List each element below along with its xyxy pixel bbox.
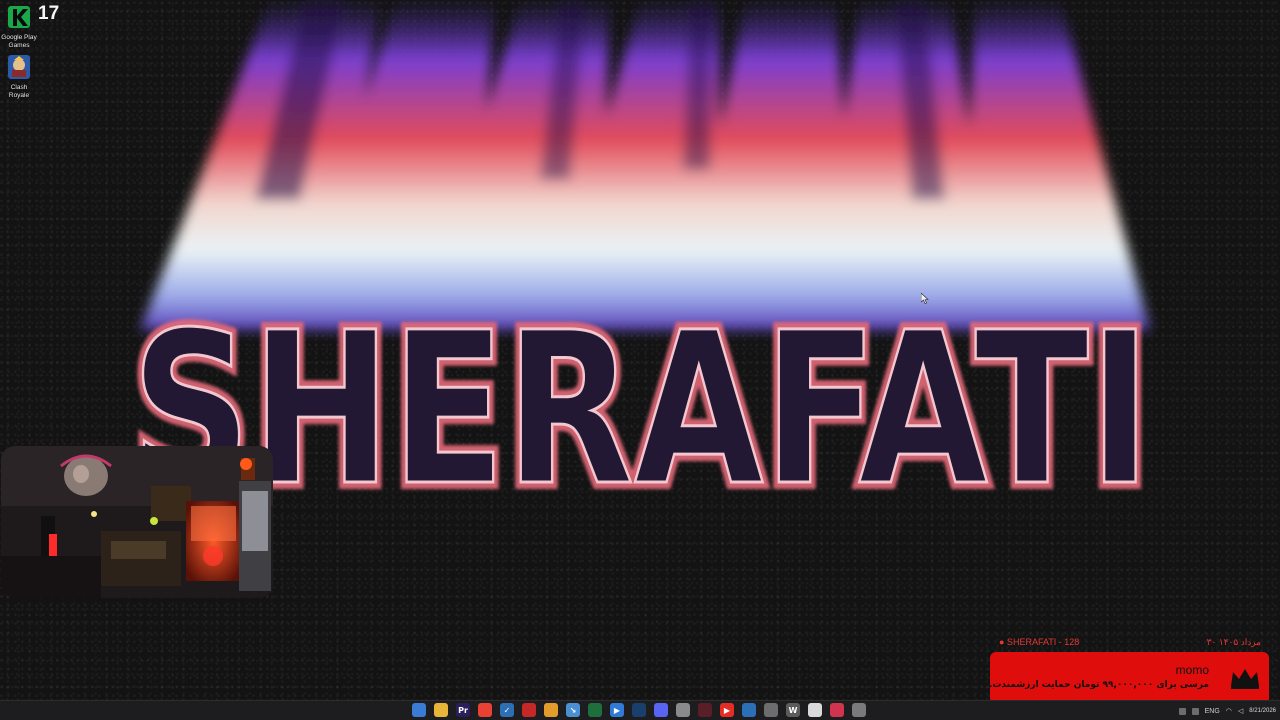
tray-app-icon[interactable] bbox=[1191, 707, 1199, 715]
start-button-icon[interactable] bbox=[412, 703, 426, 717]
steam-icon[interactable] bbox=[632, 703, 646, 717]
desktop: SHERAFATI SHERAFATI Google Play Games 17… bbox=[0, 0, 1280, 700]
file-explorer-icon[interactable] bbox=[434, 703, 448, 717]
vscode-icon[interactable] bbox=[742, 703, 756, 717]
premiere-pro-icon[interactable]: Pr bbox=[456, 703, 470, 717]
wallpaper-title: SHERAFATI bbox=[131, 287, 1151, 532]
donation-header: ● SHERAFATI - 128 ۳۰ مرداد ۱۴۰۵ bbox=[991, 634, 1269, 652]
app-green-terminal-icon[interactable] bbox=[588, 703, 602, 717]
mouse-cursor-icon bbox=[921, 293, 929, 304]
desktop-icon-clash-royale[interactable]: Clash Royale bbox=[0, 54, 38, 100]
taskbar: Pr ✓ ↘ ▶ ▶ W ENG ◠ ◁ 8/21/2026 bbox=[0, 700, 1280, 720]
tray-chevron-icon[interactable] bbox=[1178, 707, 1186, 715]
app-play-icon[interactable]: ▶ bbox=[610, 703, 624, 717]
wifi-icon[interactable]: ◠ bbox=[1226, 707, 1232, 715]
donor-name: momo bbox=[1175, 663, 1209, 677]
app-orange-icon[interactable] bbox=[544, 703, 558, 717]
app-arrow-icon[interactable]: ↘ bbox=[566, 703, 580, 717]
settings-icon[interactable] bbox=[852, 703, 866, 717]
desktop-icon-google-play-games[interactable]: Google Play Games bbox=[0, 4, 38, 50]
donation-channel-label: ● SHERAFATI - 128 bbox=[999, 637, 1080, 647]
crown-icon bbox=[1231, 669, 1259, 689]
donation-message: مرسی برای ۹۹,۰۰۰,۰۰۰ تومان حمایت ارزشمند… bbox=[990, 680, 1209, 690]
app-w-icon[interactable]: W bbox=[786, 703, 800, 717]
donation-date: ۳۰ مرداد ۱۴۰۵ bbox=[1206, 637, 1261, 647]
clash-royale-icon bbox=[8, 55, 30, 79]
discord-icon[interactable] bbox=[654, 703, 668, 717]
app-pink-circle-icon[interactable] bbox=[830, 703, 844, 717]
google-play-games-icon bbox=[8, 6, 30, 28]
app-gray-square-icon[interactable] bbox=[676, 703, 690, 717]
desktop-icon-label: Google Play Games bbox=[1, 34, 37, 49]
webcam-feed bbox=[1, 446, 273, 598]
clock[interactable]: 8/21/2026 bbox=[1249, 708, 1276, 715]
desktop-icon-label: Clash Royale bbox=[8, 84, 30, 99]
chrome-icon[interactable] bbox=[478, 703, 492, 717]
app-blue-check-icon[interactable]: ✓ bbox=[500, 703, 514, 717]
language-indicator[interactable]: ENG bbox=[1205, 708, 1220, 715]
taskbar-apps: Pr ✓ ↘ ▶ ▶ W bbox=[412, 703, 866, 719]
app-circle-icon[interactable] bbox=[764, 703, 778, 717]
volume-icon[interactable]: ◁ bbox=[1238, 707, 1243, 715]
webcam-overlay bbox=[1, 446, 273, 598]
fps-counter: 17 bbox=[38, 3, 60, 24]
app-dark-red-icon[interactable] bbox=[698, 703, 712, 717]
youtube-icon[interactable]: ▶ bbox=[720, 703, 734, 717]
system-tray: ENG ◠ ◁ 8/21/2026 bbox=[1178, 703, 1276, 719]
notepad-icon[interactable] bbox=[808, 703, 822, 717]
donation-alert: momo مرسی برای ۹۹,۰۰۰,۰۰۰ تومان حمایت ار… bbox=[990, 652, 1269, 700]
app-red-icon[interactable] bbox=[522, 703, 536, 717]
